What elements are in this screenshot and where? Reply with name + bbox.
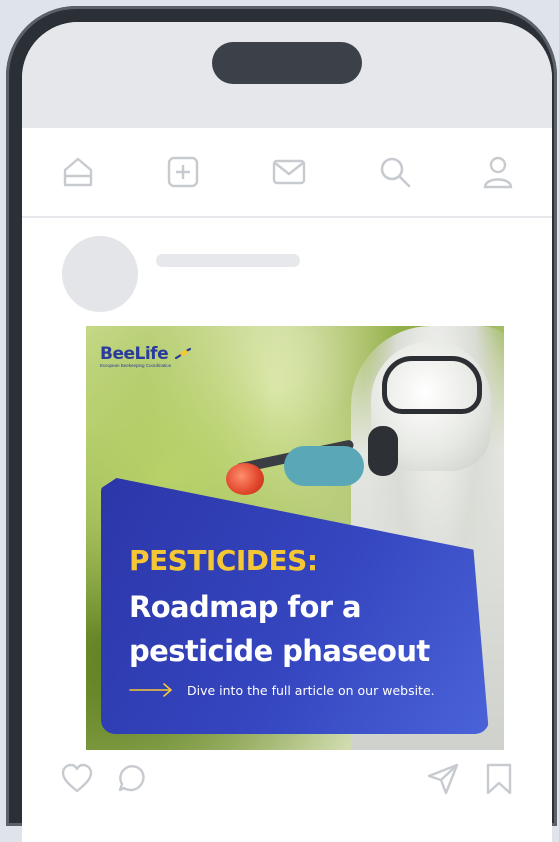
top-navigation <box>22 128 552 218</box>
arrow-right-icon <box>129 683 173 697</box>
avatar[interactable] <box>62 236 138 312</box>
respirator-mask <box>368 426 398 476</box>
post-actions <box>22 750 552 806</box>
user-icon[interactable] <box>478 152 518 192</box>
respirator-goggles <box>382 356 482 414</box>
glove <box>284 446 364 486</box>
plus-square-icon[interactable] <box>163 152 203 192</box>
card-cta-text: Dive into the full article on our websit… <box>187 682 435 698</box>
logo-tagline: European Beekeeping Coordination <box>100 363 172 368</box>
card-heading: PESTICIDES: <box>129 544 318 577</box>
search-icon[interactable] <box>375 152 415 192</box>
send-icon[interactable] <box>426 762 460 796</box>
home-icon[interactable] <box>58 152 98 192</box>
logo-wordmark: BeeLife <box>100 344 169 364</box>
post-header <box>22 218 552 328</box>
camera-notch <box>212 42 362 84</box>
username-placeholder[interactable] <box>156 254 300 267</box>
beelife-logo: BeeLife European Beekeeping Coordination <box>100 344 192 368</box>
post-image[interactable]: BeeLife European Beekeeping Coordination… <box>86 326 504 750</box>
card-title: Roadmap for a pesticide phaseout <box>129 590 430 668</box>
heart-icon[interactable] <box>60 762 94 796</box>
phone-frame: BeeLife European Beekeeping Coordination… <box>6 6 557 842</box>
bee-icon <box>174 347 191 360</box>
bookmark-icon[interactable] <box>482 762 516 796</box>
comment-icon[interactable] <box>114 762 148 796</box>
status-bar <box>22 22 552 128</box>
phone-screen: BeeLife European Beekeeping Coordination… <box>22 22 552 842</box>
card-cta[interactable]: Dive into the full article on our websit… <box>129 682 435 698</box>
mail-icon[interactable] <box>269 152 309 192</box>
sprayer-nozzle <box>226 463 264 495</box>
